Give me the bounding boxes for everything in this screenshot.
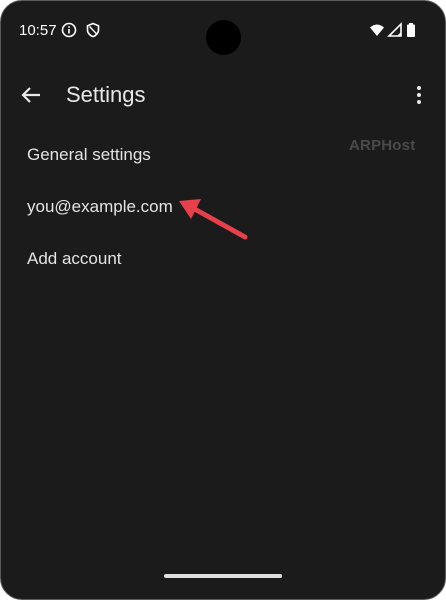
battery-icon [405, 22, 417, 38]
wifi-icon [369, 22, 385, 38]
more-options-button[interactable] [405, 81, 433, 109]
info-icon [61, 22, 77, 38]
page-title: Settings [66, 82, 146, 107]
front-camera-cutout [206, 20, 241, 55]
status-time: 10:57 [19, 22, 57, 39]
back-button[interactable] [18, 81, 46, 109]
gesture-nav-handle[interactable] [164, 574, 282, 578]
annotation-arrow [179, 199, 248, 240]
arrow-back-icon [18, 87, 46, 113]
cellular-icon [387, 22, 403, 38]
more-vert-icon [405, 86, 433, 113]
status-bar: 10:57 [1, 1, 445, 55]
phone-screen: 10:57 Settings ARPHost General settings … [0, 0, 446, 600]
settings-item-label: General settings [27, 145, 151, 164]
settings-item-label: you@example.com [27, 197, 173, 216]
settings-item-label: Add account [27, 249, 122, 268]
general-settings-item[interactable]: General settings [1, 129, 445, 181]
shield-icon [85, 22, 101, 38]
app-bar: Settings [1, 71, 445, 119]
